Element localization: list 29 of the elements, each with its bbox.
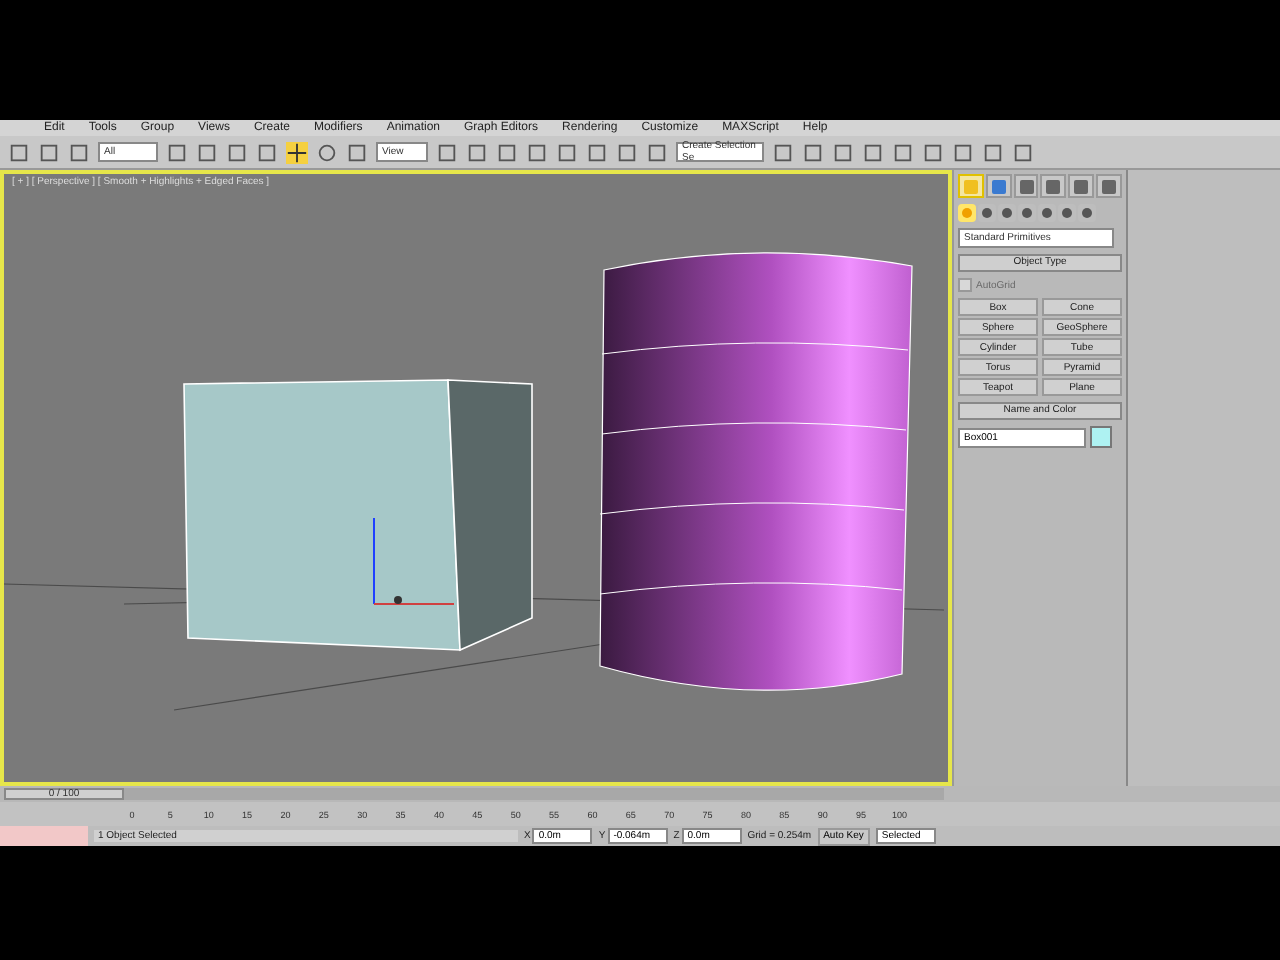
lights-category-button[interactable] bbox=[998, 204, 1016, 222]
square-icon bbox=[1074, 179, 1089, 193]
square-icon bbox=[963, 179, 978, 193]
square-icon bbox=[1019, 179, 1034, 193]
rotate-icon[interactable] bbox=[316, 141, 338, 163]
dot-icon bbox=[1062, 208, 1072, 218]
space-warps-category-button[interactable] bbox=[1058, 204, 1076, 222]
square-icon bbox=[991, 179, 1006, 193]
shapes-category-button[interactable] bbox=[978, 204, 996, 222]
dot-icon bbox=[982, 208, 992, 218]
dot-icon bbox=[1022, 208, 1032, 218]
transform-gizmo-drawing bbox=[373, 517, 455, 605]
motion-tab[interactable] bbox=[1040, 174, 1067, 198]
cameras-category-button[interactable] bbox=[1018, 204, 1036, 222]
dot-icon bbox=[1082, 208, 1092, 218]
square-icon bbox=[1102, 179, 1117, 193]
modify-tab[interactable] bbox=[985, 174, 1012, 198]
square-icon bbox=[1046, 179, 1061, 193]
display-tab[interactable] bbox=[1068, 174, 1095, 198]
systems-category-button[interactable] bbox=[1078, 204, 1096, 222]
utilities-tab[interactable] bbox=[1096, 174, 1122, 198]
hierarchy-tab[interactable] bbox=[1013, 174, 1039, 198]
object-color-swatch[interactable] bbox=[1090, 426, 1112, 448]
maxscript-listener-field[interactable] bbox=[0, 826, 88, 846]
dot-icon bbox=[1042, 208, 1052, 218]
helpers-category-button[interactable] bbox=[1038, 204, 1056, 222]
move-icon[interactable] bbox=[286, 141, 308, 163]
dot-icon bbox=[1002, 208, 1012, 218]
dot-icon bbox=[962, 208, 972, 218]
